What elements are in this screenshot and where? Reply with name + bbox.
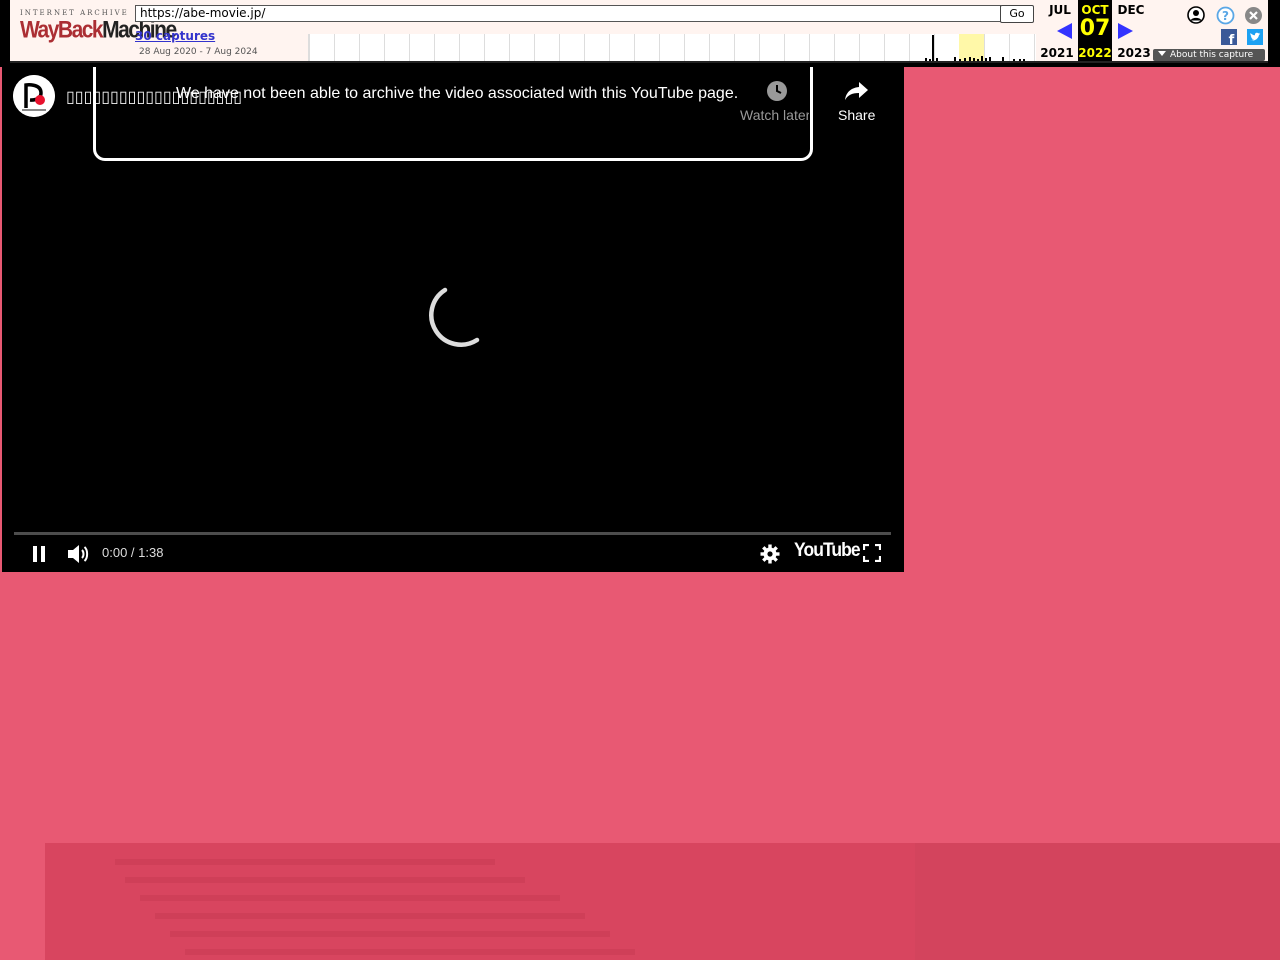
- archive-notice-box: [93, 67, 813, 161]
- sparkline-year-cell[interactable]: [859, 34, 885, 61]
- sparkline-year-cell[interactable]: [884, 34, 910, 61]
- help-icon[interactable]: ?: [1216, 6, 1235, 25]
- twitter-icon[interactable]: [1247, 29, 1263, 45]
- sparkline-capture-bar: [985, 58, 987, 61]
- sparkline-capture-bar: [925, 58, 927, 61]
- hero-image: [45, 843, 1280, 960]
- share-icon[interactable]: [844, 79, 870, 103]
- sparkline-year-cell[interactable]: [609, 34, 635, 61]
- sparkline-capture-bar: [929, 59, 931, 61]
- captures-link[interactable]: 30 captures: [135, 29, 215, 43]
- capture-date-range: 28 Aug 2020 - 7 Aug 2024: [139, 47, 258, 57]
- archive-notice-text: We have not been able to archive the vid…: [176, 85, 739, 102]
- sparkline-year-cell[interactable]: [534, 34, 560, 61]
- sparkline-year-cell[interactable]: [734, 34, 760, 61]
- about-capture-button[interactable]: About this capture: [1153, 49, 1265, 61]
- fullscreen-icon[interactable]: [863, 544, 881, 562]
- wayback-toolbar: INTERNET ARCHIVE WayBackMachine https://…: [0, 0, 1280, 67]
- watch-later-label[interactable]: Watch later: [740, 107, 809, 123]
- go-button[interactable]: Go: [1000, 5, 1034, 23]
- sparkline-capture-bar: [989, 57, 991, 61]
- sparkline-year-cell[interactable]: [384, 34, 410, 61]
- sparkline-year-cell[interactable]: [1034, 34, 1036, 61]
- sparkline-year-cell[interactable]: [434, 34, 460, 61]
- sparkline-year-cell[interactable]: [784, 34, 810, 61]
- url-input[interactable]: https://abe-movie.jp/: [135, 5, 1001, 22]
- sparkline-year-cell[interactable]: [309, 34, 335, 61]
- sparkline-year-cell[interactable]: [559, 34, 585, 61]
- dropdown-triangle-icon: [1158, 51, 1166, 56]
- clock-icon[interactable]: [765, 79, 789, 103]
- current-day-label: 07: [1079, 16, 1111, 41]
- facebook-icon[interactable]: f: [1221, 29, 1237, 45]
- current-year-label: 2022: [1078, 46, 1112, 60]
- video-title[interactable]: ▯▯▯▯▯▯▯▯▯▯▯▯▯▯▯▯▯▯▯▯: [66, 87, 242, 107]
- pause-icon[interactable]: [30, 545, 48, 563]
- sparkline-capture-bar: [969, 57, 971, 61]
- sparkline-capture-bar: [954, 57, 956, 61]
- progress-bar[interactable]: [14, 532, 891, 535]
- time-display: 0:00 / 1:38: [102, 545, 164, 560]
- sparkline-capture-bar: [936, 58, 938, 61]
- sparkline-capture-bar: [1023, 59, 1025, 61]
- wayback-machine-wordmark: WayBackMachine: [20, 17, 177, 44]
- settings-gear-icon[interactable]: [760, 544, 780, 564]
- sparkline-capture-bar: [959, 59, 961, 61]
- sparkline-year-cell[interactable]: [484, 34, 510, 61]
- internet-archive-label: INTERNET ARCHIVE: [20, 9, 129, 17]
- sparkline-year-cell[interactable]: [659, 34, 685, 61]
- sparkline-year-cell[interactable]: [684, 34, 710, 61]
- sparkline-year-cell[interactable]: [1009, 34, 1035, 61]
- sparkline-year-cell[interactable]: [809, 34, 835, 61]
- next-year-label[interactable]: 2023: [1114, 46, 1154, 60]
- sparkline-capture-bar: [977, 59, 979, 61]
- sparkline-capture-bar: [1002, 57, 1004, 61]
- capture-sparkline[interactable]: [308, 34, 1036, 61]
- close-icon[interactable]: [1244, 6, 1263, 25]
- prev-month-label[interactable]: JUL: [1043, 3, 1077, 17]
- next-month-label[interactable]: DEC: [1114, 3, 1148, 17]
- loading-spinner-icon: [429, 287, 480, 347]
- sparkline-year-cell[interactable]: [934, 34, 960, 61]
- current-month-label: OCT: [1081, 3, 1109, 17]
- sparkline-year-cell[interactable]: [409, 34, 435, 61]
- account-icon[interactable]: [1187, 6, 1205, 24]
- sparkline-year-cell[interactable]: [584, 34, 610, 61]
- svg-text:f: f: [1229, 33, 1235, 45]
- youtube-player[interactable]: We have not been able to archive the vid…: [2, 67, 904, 572]
- wayback-logo[interactable]: INTERNET ARCHIVE WayBackMachine: [20, 9, 177, 53]
- volume-icon[interactable]: [66, 543, 90, 565]
- svg-text:?: ?: [1222, 9, 1229, 23]
- youtube-logo[interactable]: YouTube: [794, 540, 861, 562]
- sparkline-year-cell[interactable]: [334, 34, 360, 61]
- sparkline-year-cell[interactable]: [459, 34, 485, 61]
- sparkline-year-cell[interactable]: [509, 34, 535, 61]
- sparkline-capture-bar: [1013, 59, 1015, 61]
- sparkline-year-cell[interactable]: [359, 34, 385, 61]
- wayback-toolbar-panel: INTERNET ARCHIVE WayBackMachine https://…: [10, 0, 1268, 63]
- prev-year-label[interactable]: 2021: [1037, 46, 1077, 60]
- sparkline-year-cell[interactable]: [709, 34, 735, 61]
- about-capture-label: About this capture: [1170, 50, 1254, 60]
- sparkline-year-cell[interactable]: [634, 34, 660, 61]
- sparkline-year-cell[interactable]: [834, 34, 860, 61]
- sparkline-capture-bar: [932, 35, 934, 61]
- sparkline-capture-bar: [981, 56, 983, 61]
- next-capture-arrow-icon[interactable]: [1118, 23, 1133, 39]
- prev-capture-arrow-icon[interactable]: [1057, 23, 1072, 39]
- sparkline-year-cell[interactable]: [984, 34, 1010, 61]
- share-label[interactable]: Share: [838, 107, 875, 123]
- sparkline-capture-bar: [964, 58, 966, 61]
- sparkline-capture-bar: [973, 58, 975, 61]
- sparkline-year-cell[interactable]: [759, 34, 785, 61]
- channel-avatar[interactable]: [13, 75, 55, 117]
- sparkline-capture-bar: [1019, 59, 1021, 61]
